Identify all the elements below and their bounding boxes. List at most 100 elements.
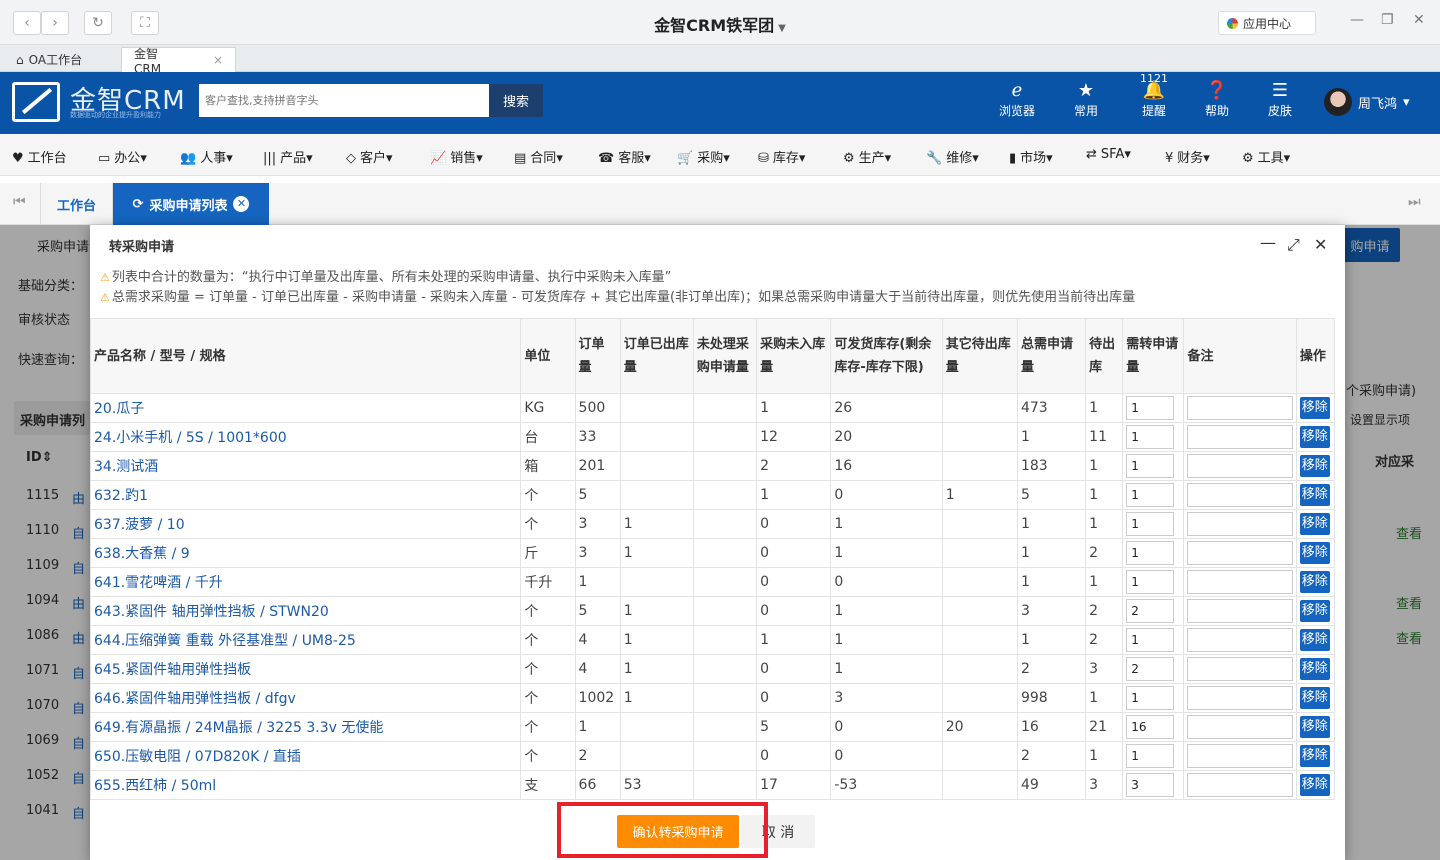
remark-input[interactable] (1187, 599, 1294, 623)
remark-input[interactable] (1187, 570, 1294, 594)
close-window-icon[interactable]: ✕ (1413, 12, 1425, 28)
header-browser[interactable]: ℯ 浏览器 (987, 80, 1047, 119)
remark-input[interactable] (1187, 425, 1294, 449)
menu-sfa[interactable]: ⇄ SFA▾ (1086, 147, 1131, 162)
menu-tools[interactable]: ⚙ 工具▾ (1242, 147, 1290, 166)
product-name-link[interactable]: 638.大香蕉 / 9 (90, 538, 522, 568)
remove-button[interactable]: 移除 (1299, 571, 1330, 593)
browser-tab-crm[interactable]: 金智CRM × (121, 47, 236, 76)
header-favorites[interactable]: ★ 常用 (1056, 80, 1116, 119)
product-name-link[interactable]: 655.西红柿 / 50ml (90, 770, 522, 800)
remove-button[interactable]: 移除 (1299, 629, 1330, 651)
remark-input[interactable] (1187, 396, 1294, 420)
browser-tab-oa[interactable]: ⌂ OA工作台 (4, 47, 94, 72)
product-name-link[interactable]: 643.紧固件 轴用弹性挡板 / STWN20 (90, 596, 522, 626)
product-name-link[interactable]: 24.小米手机 / 5S / 1001*600 (90, 422, 522, 452)
remove-button[interactable]: 移除 (1299, 687, 1330, 709)
app-center-button[interactable]: 应用中心 (1218, 11, 1316, 35)
product-name-link[interactable]: 637.菠萝 / 10 (90, 509, 522, 539)
tab-purchase-request-list[interactable]: ⟳ 采购申请列表 ✕ (113, 183, 269, 225)
remove-button[interactable]: 移除 (1299, 484, 1330, 506)
header-skin[interactable]: ☰ 皮肤 (1250, 80, 1310, 119)
remark-input[interactable] (1187, 512, 1294, 536)
menu-workbench[interactable]: ♥ 工作台 (12, 147, 67, 166)
menu-service[interactable]: ☎ 客服▾ (598, 147, 651, 166)
restore-icon[interactable]: ❐ (1381, 12, 1394, 28)
menu-purchase[interactable]: 🛒 采购▾ (677, 147, 730, 166)
remark-input[interactable] (1187, 483, 1294, 507)
remove-button[interactable]: 移除 (1299, 426, 1330, 448)
request-qty-input[interactable] (1126, 657, 1175, 681)
request-qty-input[interactable] (1126, 512, 1175, 536)
remove-button[interactable]: 移除 (1299, 774, 1330, 796)
menu-hr[interactable]: 👥 人事▾ (180, 147, 233, 166)
user-menu[interactable]: 周飞鸿 ▾ (1324, 88, 1410, 116)
request-qty-input[interactable] (1126, 686, 1175, 710)
request-qty-input[interactable] (1126, 483, 1175, 507)
menu-office[interactable]: ▭ 办公▾ (98, 147, 147, 166)
remove-button[interactable]: 移除 (1299, 397, 1330, 419)
close-tab-icon[interactable]: × (213, 53, 223, 67)
remove-button[interactable]: 移除 (1299, 513, 1330, 535)
menu-finance[interactable]: ¥ 财务▾ (1165, 147, 1210, 166)
menu-repair[interactable]: 🔧 维修▾ (926, 147, 979, 166)
product-name-link[interactable]: 20.瓜子 (90, 393, 522, 423)
diamond-icon: ◇ (346, 151, 356, 166)
request-qty-input[interactable] (1126, 599, 1175, 623)
cell-unit: 千升 (520, 567, 576, 597)
remark-input[interactable] (1187, 454, 1294, 478)
minimize-icon[interactable]: — (1350, 12, 1364, 28)
remove-button[interactable]: 移除 (1299, 455, 1330, 477)
remark-input[interactable] (1187, 773, 1294, 797)
request-qty-input[interactable] (1126, 396, 1175, 420)
menu-contract[interactable]: ▤ 合同▾ (514, 147, 563, 166)
search-button[interactable]: 搜索 (489, 84, 543, 117)
remark-input[interactable] (1187, 541, 1294, 565)
menu-customer[interactable]: ◇ 客户▾ (346, 147, 393, 166)
remark-input[interactable] (1187, 744, 1294, 768)
remark-input[interactable] (1187, 686, 1294, 710)
close-tab-icon[interactable]: ✕ (233, 196, 250, 212)
product-name-link[interactable]: 644.压缩弹簧 重载 外径基准型 / UM8-25 (90, 625, 522, 655)
request-qty-input[interactable] (1126, 715, 1175, 739)
request-qty-input[interactable] (1126, 425, 1175, 449)
request-qty-input[interactable] (1126, 541, 1175, 565)
remark-input[interactable] (1187, 715, 1294, 739)
header-reminders[interactable]: 1121 🔔 提醒 (1124, 72, 1184, 119)
product-name-link[interactable]: 632.趵1 (90, 480, 522, 510)
maximize-dialog-icon[interactable]: ⤢ (1287, 235, 1300, 255)
menu-inventory[interactable]: ⛁ 库存▾ (758, 147, 805, 166)
tabs-scroll-right-icon[interactable]: ⏭ (1408, 194, 1421, 210)
request-qty-input[interactable] (1126, 628, 1175, 652)
tabs-scroll-left-icon[interactable]: ⏮ (13, 194, 26, 210)
request-qty-input[interactable] (1126, 773, 1175, 797)
tab-workbench[interactable]: 工作台 (40, 183, 113, 225)
product-name-link[interactable]: 645.紧固件轴用弹性挡板 (90, 654, 522, 684)
product-name-link[interactable]: 34.测试酒 (90, 451, 522, 481)
remove-button[interactable]: 移除 (1299, 600, 1330, 622)
remark-input[interactable] (1187, 657, 1294, 681)
product-name-link[interactable]: 649.有源晶振 / 24M晶振 / 3225 3.3v 无使能 (90, 712, 522, 742)
close-dialog-icon[interactable]: ✕ (1314, 235, 1327, 254)
menu-product[interactable]: ||| 产品▾ (263, 147, 313, 166)
cell-total: 2 (1016, 654, 1087, 684)
cell-unit: 个 (520, 480, 576, 510)
request-qty-input[interactable] (1126, 454, 1175, 478)
customer-search-input[interactable] (199, 84, 489, 117)
product-name-link[interactable]: 650.压敏电阻 / 07D820K / 直插 (90, 741, 522, 771)
menu-production[interactable]: ⚙ 生产▾ (843, 147, 891, 166)
cell-total: 183 (1016, 451, 1087, 481)
product-name-link[interactable]: 641.雪花啤酒 / 千升 (90, 567, 522, 597)
request-qty-input[interactable] (1126, 570, 1175, 594)
menu-sales[interactable]: 📈 销售▾ (430, 147, 483, 166)
remark-input[interactable] (1187, 628, 1294, 652)
remove-button[interactable]: 移除 (1299, 658, 1330, 680)
remove-button[interactable]: 移除 (1299, 716, 1330, 738)
remove-button[interactable]: 移除 (1299, 745, 1330, 767)
remove-button[interactable]: 移除 (1299, 542, 1330, 564)
product-name-link[interactable]: 646.紧固件轴用弹性挡板 / dfgv (90, 683, 522, 713)
minimize-dialog-icon[interactable]: — (1260, 233, 1276, 252)
header-help[interactable]: ❓ 帮助 (1187, 80, 1247, 119)
menu-market[interactable]: ▮ 市场▾ (1009, 147, 1053, 166)
request-qty-input[interactable] (1126, 744, 1175, 768)
